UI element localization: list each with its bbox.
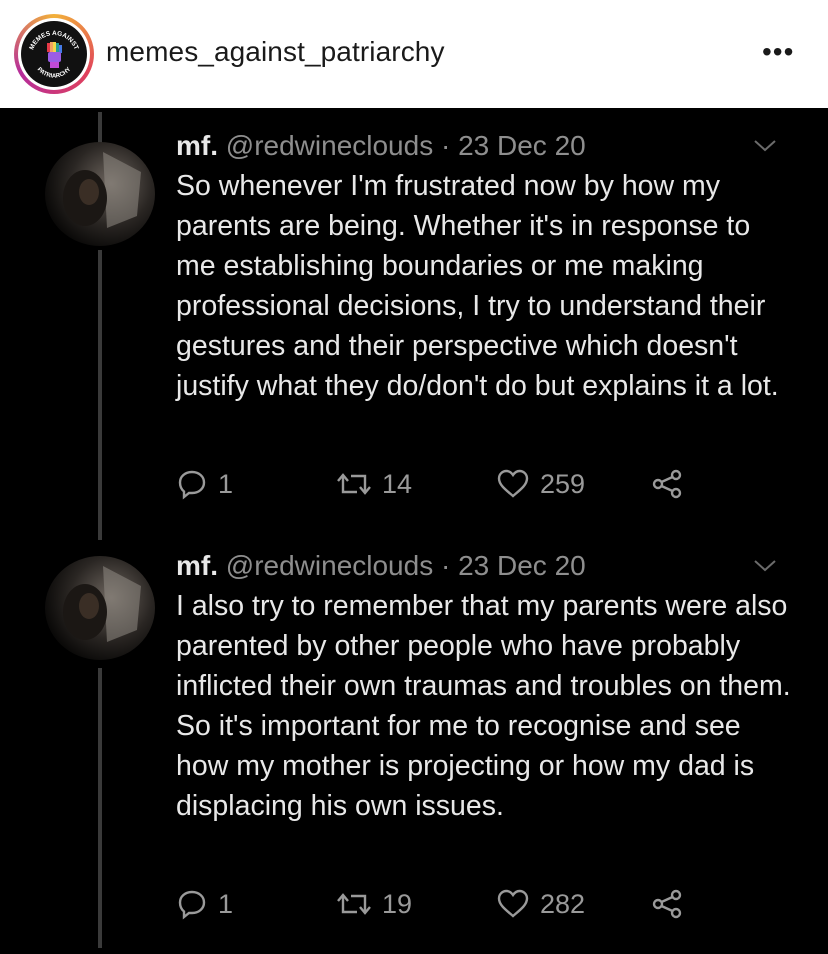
chevron-down-icon[interactable] [752, 134, 778, 160]
thread-line [98, 250, 102, 540]
profile-picture[interactable] [45, 142, 155, 246]
handle[interactable]: @redwineclouds [226, 550, 433, 581]
raised-fist-logo-icon: MEMES AGAINST PATRIARCHY [28, 30, 79, 80]
account-name[interactable]: memes_against_patriarchy [106, 36, 445, 68]
retweet-button[interactable]: 14 [336, 468, 412, 500]
display-name[interactable]: mf. [176, 130, 218, 161]
retweet-count: 19 [382, 888, 413, 919]
display-name[interactable]: mf. [176, 550, 218, 581]
post-header: MEMES AGAINST PATRIARCHY memes_against_p… [0, 0, 828, 108]
svg-text:PATRIARCHY: PATRIARCHY [36, 67, 73, 80]
share-button[interactable] [650, 468, 684, 500]
thread-line [98, 668, 102, 948]
like-button[interactable]: 259 [496, 468, 585, 500]
tweet-actions: 1 14 259 [176, 468, 736, 508]
reply-icon [178, 890, 206, 920]
retweet-count: 14 [382, 468, 413, 499]
retweet-icon [337, 893, 371, 915]
retweet-button[interactable]: 19 [336, 888, 412, 920]
reply-button[interactable]: 1 [176, 888, 233, 920]
like-count: 282 [540, 888, 586, 919]
like-button[interactable]: 282 [496, 888, 585, 920]
share-button[interactable] [650, 888, 684, 920]
tweet-date[interactable]: 23 Dec 20 [458, 130, 586, 161]
like-count: 259 [540, 468, 586, 499]
tweet-text: So whenever I'm frustrated now by how my… [176, 170, 779, 402]
tweet-text: I also try to remember that my parents w… [176, 590, 791, 822]
separator: · [440, 130, 451, 161]
tweet-header: mf. @redwineclouds · 23 Dec 20 [176, 550, 586, 582]
reply-icon [178, 470, 206, 500]
separator: · [440, 550, 451, 581]
share-icon [652, 889, 682, 919]
tweet-date[interactable]: 23 Dec 20 [458, 550, 586, 581]
tweet-header: mf. @redwineclouds · 23 Dec 20 [176, 130, 586, 162]
account-avatar[interactable]: MEMES AGAINST PATRIARCHY [14, 14, 94, 94]
heart-icon [497, 889, 529, 918]
more-options-icon[interactable]: ••• [762, 36, 794, 68]
tweet-actions: 1 19 282 [176, 888, 736, 928]
post-image: mf. @redwineclouds · 23 Dec 20 So whenev… [0, 108, 828, 954]
reply-count: 1 [218, 468, 234, 499]
reply-count: 1 [218, 888, 234, 919]
reply-button[interactable]: 1 [176, 468, 233, 500]
heart-icon [497, 469, 529, 498]
thread-line [98, 112, 102, 144]
avatar-text-bottom: PATRIARCHY [36, 67, 73, 80]
retweet-icon [337, 473, 371, 495]
profile-picture[interactable] [45, 556, 155, 660]
chevron-down-icon[interactable] [752, 554, 778, 580]
handle[interactable]: @redwineclouds [226, 130, 433, 161]
share-icon [652, 469, 682, 499]
